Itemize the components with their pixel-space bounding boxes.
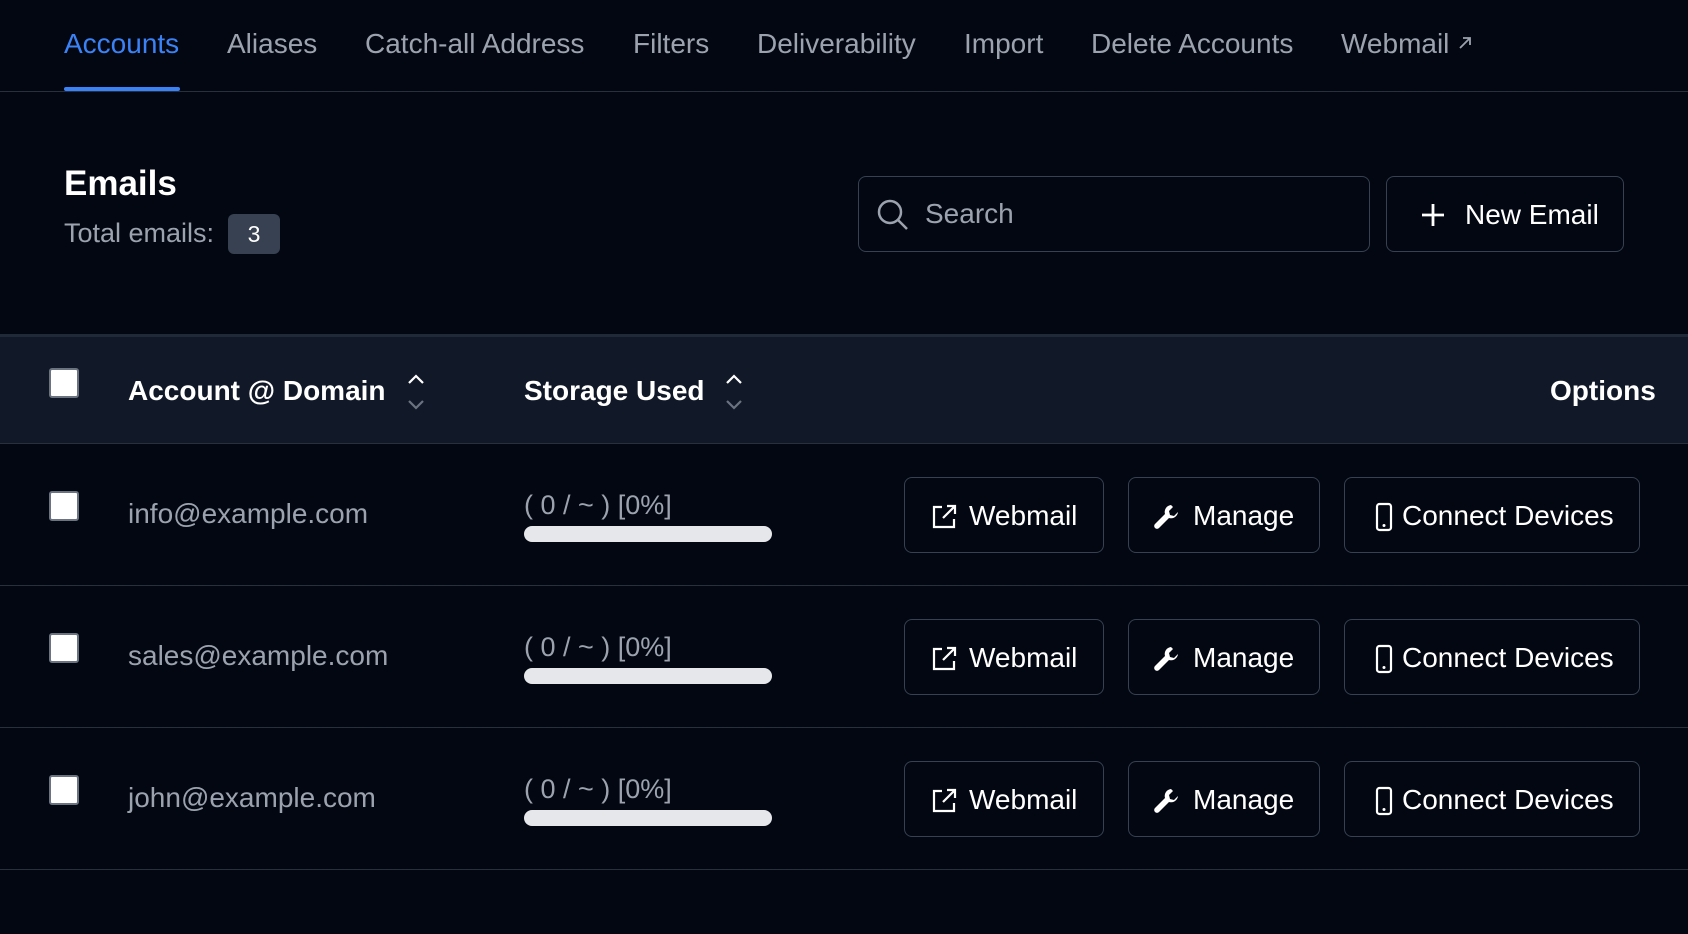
tab-accounts[interactable]: Accounts bbox=[64, 28, 179, 60]
tab-delete-accounts[interactable]: Delete Accounts bbox=[1091, 28, 1293, 60]
webmail-button-label: Webmail bbox=[969, 500, 1078, 531]
storage-progress-bar bbox=[524, 668, 772, 684]
sort-account-icon[interactable] bbox=[404, 370, 428, 414]
connect-devices-button[interactable]: Connect Devices bbox=[1344, 619, 1640, 695]
table-header: Account @ Domain Storage Used Options bbox=[0, 334, 1688, 444]
manage-button[interactable]: Manage bbox=[1128, 619, 1320, 695]
connect-devices-button-label: Connect Devices bbox=[1402, 642, 1614, 673]
manage-button-label: Manage bbox=[1193, 784, 1295, 815]
connect-devices-button[interactable]: Connect Devices bbox=[1344, 477, 1640, 553]
tab-webmail-label: Webmail bbox=[1341, 28, 1450, 59]
connect-devices-button-label: Connect Devices bbox=[1402, 500, 1614, 531]
webmail-button[interactable]: Webmail bbox=[904, 477, 1104, 553]
webmail-button[interactable]: Webmail bbox=[904, 619, 1104, 695]
plus-icon bbox=[1422, 204, 1444, 226]
manage-button[interactable]: Manage bbox=[1128, 761, 1320, 837]
connect-devices-button[interactable]: Connect Devices bbox=[1344, 761, 1640, 837]
active-tab-indicator bbox=[64, 87, 180, 91]
row-checkbox[interactable] bbox=[49, 633, 79, 663]
tab-aliases[interactable]: Aliases bbox=[227, 28, 317, 60]
webmail-button-label: Webmail bbox=[969, 784, 1078, 815]
column-account-header: Account @ Domain bbox=[128, 375, 386, 406]
tab-import[interactable]: Import bbox=[964, 28, 1043, 60]
total-emails-badge: 3 bbox=[228, 214, 280, 254]
manage-button[interactable]: Manage bbox=[1128, 477, 1320, 553]
storage-used-text: ( 0 / ~ ) [0%] bbox=[524, 774, 672, 804]
select-all-checkbox[interactable] bbox=[49, 368, 79, 398]
column-options-header: Options bbox=[1550, 375, 1656, 406]
page-title: Emails bbox=[64, 164, 177, 203]
phone-icon bbox=[1369, 786, 1399, 821]
phone-icon bbox=[1369, 644, 1399, 679]
column-storage-header: Storage Used bbox=[524, 375, 705, 406]
row-checkbox[interactable] bbox=[49, 491, 79, 521]
manage-button-label: Manage bbox=[1193, 500, 1295, 531]
search-input[interactable] bbox=[925, 177, 1355, 251]
storage-used-text: ( 0 / ~ ) [0%] bbox=[524, 490, 672, 520]
wrench-icon bbox=[1151, 644, 1181, 679]
new-email-button[interactable]: New Email bbox=[1386, 176, 1624, 252]
tab-webmail[interactable]: Webmail bbox=[1341, 28, 1473, 60]
sort-storage-icon[interactable] bbox=[722, 370, 746, 414]
tab-catch-all-address[interactable]: Catch-all Address bbox=[365, 28, 584, 60]
new-email-label: New Email bbox=[1465, 199, 1599, 230]
connect-devices-button-label: Connect Devices bbox=[1402, 784, 1614, 815]
webmail-button-label: Webmail bbox=[969, 642, 1078, 673]
total-emails-label: Total emails: bbox=[64, 218, 215, 248]
storage-used-text: ( 0 / ~ ) [0%] bbox=[524, 632, 672, 662]
search-icon bbox=[877, 199, 908, 230]
account-email: sales@example.com bbox=[128, 640, 389, 671]
external-link-icon bbox=[929, 644, 959, 679]
wrench-icon bbox=[1151, 786, 1181, 821]
external-arrow-icon bbox=[1459, 36, 1472, 49]
table-row: info@example.com ( 0 / ~ ) [0%] Webmail … bbox=[0, 444, 1688, 586]
row-checkbox[interactable] bbox=[49, 775, 79, 805]
external-link-icon bbox=[929, 786, 959, 821]
table-row: john@example.com ( 0 / ~ ) [0%] Webmail … bbox=[0, 728, 1688, 870]
phone-icon bbox=[1369, 502, 1399, 537]
account-email: info@example.com bbox=[128, 498, 369, 529]
storage-progress-bar bbox=[524, 526, 772, 542]
wrench-icon bbox=[1151, 502, 1181, 537]
tab-bar: Accounts Aliases Catch-all Address Filte… bbox=[0, 0, 1688, 92]
storage-progress-bar bbox=[524, 810, 772, 826]
table-row: sales@example.com ( 0 / ~ ) [0%] Webmail… bbox=[0, 586, 1688, 728]
webmail-button[interactable]: Webmail bbox=[904, 761, 1104, 837]
account-email: john@example.com bbox=[128, 782, 376, 813]
tab-deliverability[interactable]: Deliverability bbox=[757, 28, 916, 60]
search-box bbox=[858, 176, 1370, 252]
tab-filters[interactable]: Filters bbox=[633, 28, 709, 60]
external-link-icon bbox=[929, 502, 959, 537]
manage-button-label: Manage bbox=[1193, 642, 1295, 673]
